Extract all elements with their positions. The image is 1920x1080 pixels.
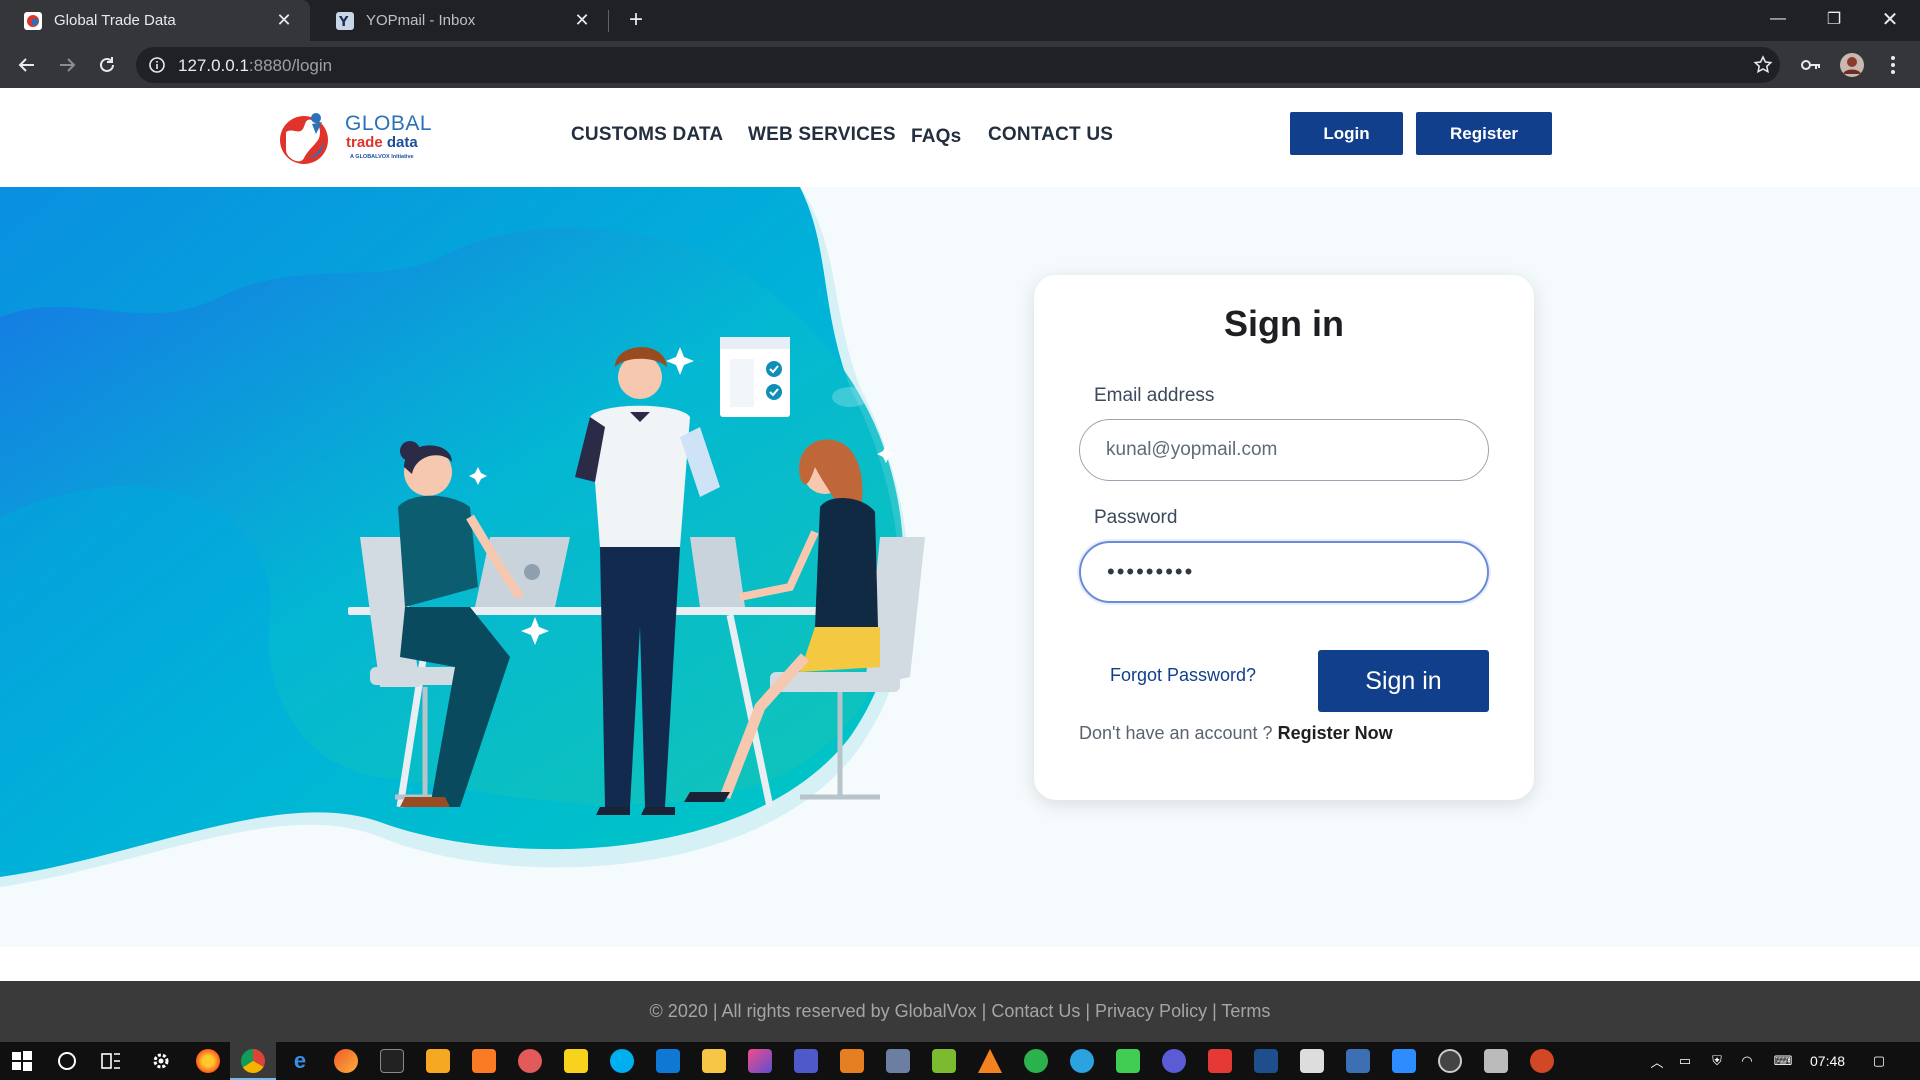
- forgot-password-link[interactable]: Forgot Password?: [1110, 665, 1256, 686]
- app-icon-navy[interactable]: [1254, 1049, 1278, 1073]
- phpstorm-icon[interactable]: [748, 1049, 772, 1073]
- app-icon-red[interactable]: [518, 1049, 542, 1073]
- logo-tagline: A GLOBALVOX Initiative: [350, 154, 414, 160]
- close-tab-icon[interactable]: ✕: [270, 7, 298, 35]
- browser-toolbar: 127.0.0.1:8880/login: [0, 41, 1920, 88]
- qt-icon[interactable]: [1116, 1049, 1140, 1073]
- sticky-notes-icon[interactable]: [564, 1049, 588, 1073]
- site-footer: © 2020 | All rights reserved by GlobalVo…: [0, 981, 1920, 1042]
- footer-copyright: © 2020 | All rights reserved by GlobalVo…: [649, 1001, 1271, 1021]
- notepad-icon[interactable]: [932, 1049, 956, 1073]
- tab-title: YOPmail - Inbox: [366, 12, 476, 29]
- app-icon-grey[interactable]: [1300, 1049, 1324, 1073]
- app-icon-blue[interactable]: [1346, 1049, 1370, 1073]
- address-bar[interactable]: 127.0.0.1:8880/login: [136, 47, 1780, 83]
- logo-text-global: GLOBAL: [345, 112, 433, 135]
- site-header: GLOBAL trade data A GLOBALVOX Initiative…: [0, 88, 1920, 187]
- globe-logo-icon: [280, 113, 328, 164]
- minimize-window-icon[interactable]: —: [1750, 0, 1806, 38]
- url-text: 127.0.0.1:8880/login: [178, 56, 333, 75]
- register-prompt: Don't have an account ? Register Now: [1079, 723, 1393, 744]
- telegram-icon[interactable]: [1070, 1049, 1094, 1073]
- task-view-icon[interactable]: [99, 1049, 123, 1073]
- powerpoint-icon[interactable]: [1530, 1049, 1554, 1073]
- forward-arrow-icon[interactable]: [51, 49, 83, 81]
- settings-gear-icon[interactable]: [149, 1049, 173, 1073]
- signin-card: Sign in Email address kunal@yopmail.com …: [1034, 275, 1534, 800]
- tab-global-trade-data[interactable]: Global Trade Data ✕: [0, 0, 310, 41]
- obs-icon[interactable]: [1438, 1049, 1462, 1073]
- tab-separator: [608, 10, 609, 32]
- teams-icon[interactable]: [794, 1049, 818, 1073]
- signin-submit-button[interactable]: Sign in: [1318, 650, 1489, 712]
- global-trade-data-logo[interactable]: GLOBAL trade data A GLOBALVOX Initiative: [278, 110, 433, 172]
- reload-icon[interactable]: [91, 49, 123, 81]
- tab-title: Global Trade Data: [54, 12, 176, 29]
- yopmail-favicon-icon: Y: [336, 11, 354, 30]
- edge-icon[interactable]: e: [288, 1048, 312, 1073]
- checklist-card: [720, 337, 790, 417]
- logo-text-trade-data: trade data: [346, 134, 418, 151]
- search-circle-icon[interactable]: [55, 1049, 79, 1073]
- restore-window-icon[interactable]: ❐: [1806, 0, 1862, 38]
- notifications-icon[interactable]: ▢: [1870, 1053, 1888, 1069]
- windows-start-icon[interactable]: [10, 1049, 34, 1073]
- email-field[interactable]: kunal@yopmail.com: [1079, 419, 1489, 481]
- app-icon-slate[interactable]: [886, 1049, 910, 1073]
- back-arrow-icon[interactable]: [11, 49, 43, 81]
- anydesk-icon[interactable]: [1208, 1049, 1232, 1073]
- browser-tab-strip: Global Trade Data ✕ Y YOPmail - Inbox ✕ …: [0, 0, 1920, 41]
- security-shield-icon[interactable]: ⛨: [1708, 1053, 1726, 1069]
- nav-faqs[interactable]: FAQs: [911, 126, 961, 148]
- login-button[interactable]: Login: [1290, 112, 1403, 155]
- battery-icon[interactable]: ▭: [1676, 1053, 1694, 1069]
- app-icon-light[interactable]: [1484, 1049, 1508, 1073]
- footer-spacer: [0, 947, 1920, 981]
- new-tab-plus-icon[interactable]: +: [622, 6, 650, 34]
- password-label: Password: [1094, 507, 1178, 528]
- chrome-icon[interactable]: [241, 1049, 265, 1073]
- register-button[interactable]: Register: [1416, 112, 1552, 155]
- main-content: Sign in Email address kunal@yopmail.com …: [0, 187, 1920, 947]
- globe-favicon-icon: [24, 11, 42, 30]
- svg-text:Y: Y: [338, 15, 349, 30]
- outlook-icon[interactable]: [656, 1049, 680, 1073]
- site-info-icon[interactable]: [148, 56, 166, 74]
- email-label: Email address: [1094, 385, 1215, 406]
- password-field-value: •••••••••: [1107, 559, 1195, 584]
- close-window-icon[interactable]: ✕: [1862, 0, 1918, 38]
- sublime-icon[interactable]: [426, 1049, 450, 1073]
- app-icon-orange[interactable]: [334, 1049, 358, 1073]
- app-icon-amber[interactable]: [840, 1049, 864, 1073]
- nav-web-services[interactable]: WEB SERVICES: [748, 124, 896, 146]
- profile-avatar-icon[interactable]: [1836, 49, 1868, 81]
- bookmark-star-icon[interactable]: [1747, 49, 1779, 81]
- taskbar-clock[interactable]: 07:48: [1810, 1053, 1845, 1069]
- app-icon-green[interactable]: [1024, 1049, 1048, 1073]
- app-icon-terminal[interactable]: [380, 1049, 404, 1073]
- browser-menu-icon[interactable]: [1877, 49, 1909, 81]
- signin-title: Sign in: [1224, 303, 1344, 344]
- vlc-icon[interactable]: [978, 1049, 1002, 1073]
- tray-chevron-icon[interactable]: ︿: [1648, 1053, 1666, 1070]
- nav-contact-us[interactable]: CONTACT US: [988, 124, 1113, 146]
- app-icon-indigo[interactable]: [1162, 1049, 1186, 1073]
- register-now-link[interactable]: Register Now: [1278, 723, 1393, 743]
- windows-taskbar: e ︿ ▭ ⛨ ◠ ⌨ 07:48 ▢: [0, 1042, 1920, 1080]
- close-tab-icon[interactable]: ✕: [568, 7, 596, 35]
- nav-customs-data[interactable]: CUSTOMS DATA: [571, 124, 723, 146]
- email-field-value: kunal@yopmail.com: [1106, 439, 1278, 460]
- team-working-illustration: [0, 187, 925, 887]
- password-field[interactable]: •••••••••: [1079, 541, 1489, 603]
- firefox-icon[interactable]: [196, 1049, 220, 1073]
- xampp-icon[interactable]: [472, 1049, 496, 1073]
- no-account-text: Don't have an account ?: [1079, 723, 1273, 743]
- zoom-icon[interactable]: [1392, 1049, 1416, 1073]
- file-explorer-icon[interactable]: [702, 1049, 726, 1073]
- wifi-icon[interactable]: ◠: [1738, 1053, 1756, 1069]
- tab-yopmail-inbox[interactable]: Y YOPmail - Inbox ✕: [312, 0, 608, 41]
- keyboard-icon[interactable]: ⌨: [1768, 1053, 1798, 1069]
- skype-icon[interactable]: [610, 1049, 634, 1073]
- password-key-icon[interactable]: [1795, 49, 1827, 81]
